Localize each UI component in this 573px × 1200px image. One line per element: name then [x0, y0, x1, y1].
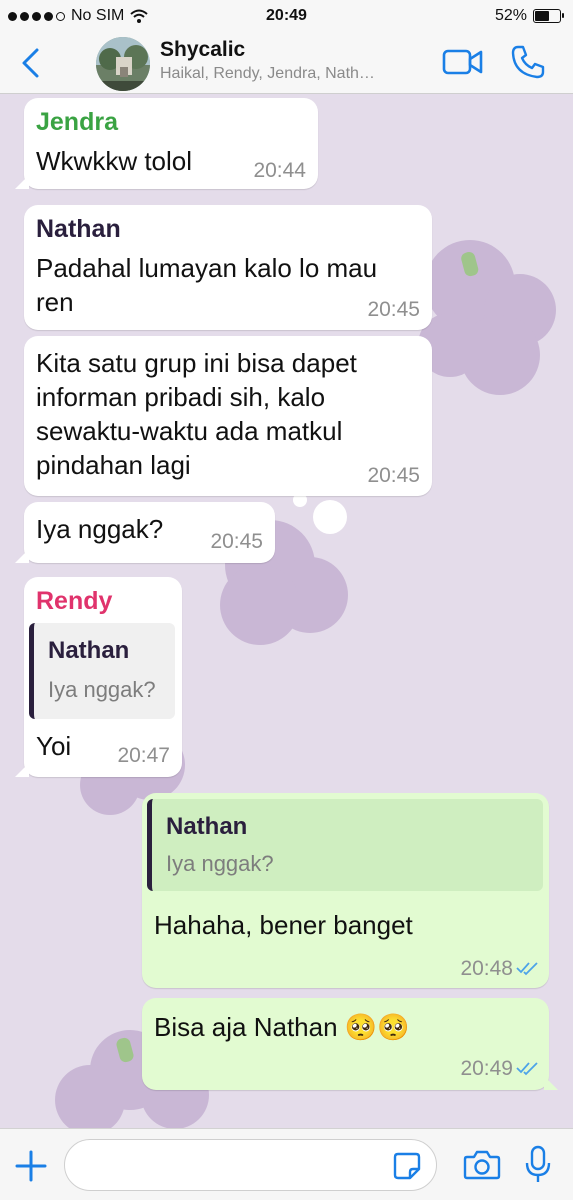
message-time: 20:45 — [367, 464, 420, 487]
quoted-message[interactable]: Nathan Iya nggak? — [147, 799, 543, 891]
message-text-line: Kita satu grup ini bisa dapet — [36, 348, 357, 378]
message-bubble-outgoing[interactable]: Bisa aja Nathan 🥺🥺 20:49 — [142, 998, 558, 1090]
microphone-icon[interactable] — [524, 1145, 552, 1185]
message-time: 20:44 — [253, 159, 306, 182]
message-bubble[interactable]: Nathan Padahal lumayan kalo lo mau ren 2… — [24, 205, 432, 330]
phone-call-icon[interactable] — [510, 44, 546, 80]
group-photo — [96, 37, 150, 91]
quoted-sender: Nathan — [48, 637, 130, 664]
sender-name: Rendy — [36, 587, 113, 615]
message-text: Bisa aja Nathan 🥺🥺 — [154, 1012, 410, 1042]
quoted-message[interactable]: Nathan Iya nggak? — [29, 623, 175, 719]
message-time: 20:48 — [460, 957, 513, 980]
message-text-line: pindahan lagi — [36, 450, 191, 480]
message-text-line: informan pribadi sih, kalo — [36, 382, 326, 412]
message-bubble[interactable]: Jendra Wkwkkw tolol 20:44 — [15, 98, 318, 189]
message-text-line: ren — [36, 287, 74, 317]
chat-members[interactable]: Haikal, Rendy, Jendra, Nath… — [160, 65, 415, 83]
message-time: 20:45 — [210, 530, 263, 553]
message-text: Iya nggak? — [36, 514, 164, 544]
battery-icon — [533, 9, 564, 23]
message-text: Hahaha, bener banget — [154, 910, 413, 940]
battery-percent: 52% — [494, 7, 527, 24]
sticker-icon[interactable] — [392, 1151, 422, 1181]
status-bar: No SIM 20:49 52% — [0, 0, 573, 34]
message-text-line: sewaktu-waktu ada matkul — [36, 416, 343, 446]
status-bar-right: 52% — [494, 7, 564, 25]
message-time: 20:47 — [117, 744, 170, 767]
sender-name: Nathan — [36, 215, 121, 243]
message-bubble[interactable]: Kita satu grup ini bisa dapet informan p… — [24, 336, 432, 496]
message-time: 20:45 — [367, 298, 420, 321]
message-bubble[interactable]: Iya nggak? 20:45 — [15, 502, 275, 563]
message-text: Yoi — [36, 731, 72, 761]
status-time: 20:49 — [266, 7, 307, 24]
chat-title[interactable]: Shycalic — [160, 38, 245, 62]
message-text-line: Padahal lumayan kalo lo mau — [36, 253, 378, 283]
quoted-sender: Nathan — [166, 813, 248, 840]
chat-header: Shycalic Haikal, Rendy, Jendra, Nath… — [0, 34, 573, 94]
quoted-text: Iya nggak? — [166, 851, 274, 876]
group-avatar[interactable] — [96, 37, 150, 91]
message-bubble[interactable]: Rendy Nathan Iya nggak? Yoi 20:47 — [15, 577, 182, 777]
message-text: Wkwkkw tolol — [36, 146, 193, 176]
message-bubble-outgoing[interactable]: Nathan Iya nggak? Hahaha, bener banget 2… — [142, 793, 549, 988]
read-receipt-icon — [516, 962, 538, 976]
message-input[interactable] — [64, 1139, 437, 1191]
message-composer — [0, 1128, 573, 1200]
quoted-text: Iya nggak? — [48, 677, 156, 702]
camera-icon[interactable] — [463, 1149, 501, 1181]
plus-icon[interactable] — [14, 1149, 48, 1183]
message-list[interactable]: Jendra Wkwkkw tolol 20:44 Nathan Padahal… — [0, 95, 573, 1128]
back-chevron-icon[interactable] — [16, 46, 46, 80]
read-receipt-icon — [516, 1062, 538, 1076]
message-time: 20:49 — [460, 1057, 513, 1080]
sender-name: Jendra — [36, 108, 118, 136]
video-call-icon[interactable] — [442, 46, 484, 78]
